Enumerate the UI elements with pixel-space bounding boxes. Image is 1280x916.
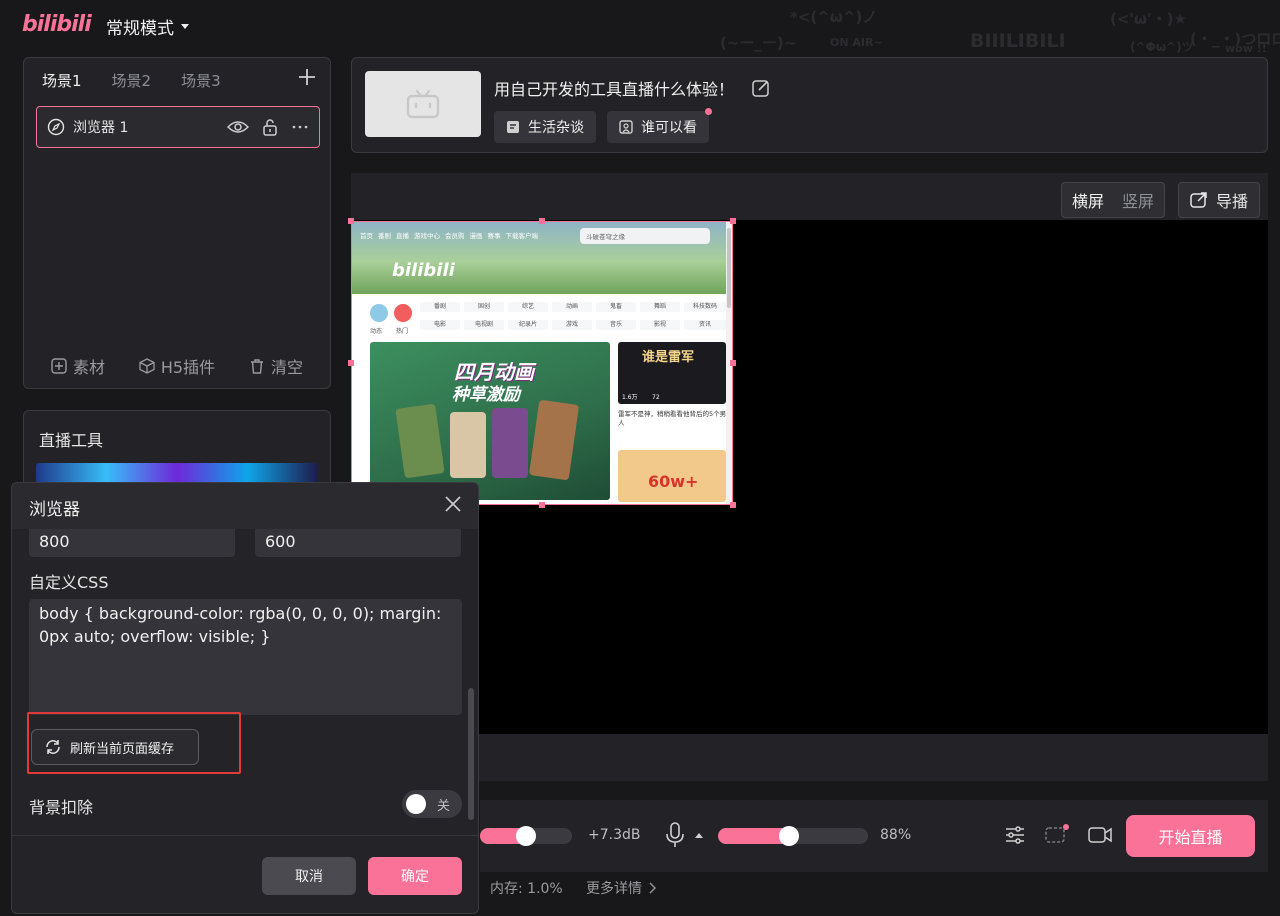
caret-down-icon	[181, 23, 189, 29]
embedded-card-1: 谁是雷军 1.6万 72	[618, 342, 726, 404]
sliders-icon[interactable]	[1004, 824, 1026, 846]
embedded-nav: 首页 番剧 直播 游戏中心 会员购 漫画 赛事 下载客户端	[360, 232, 538, 240]
scene-panel: 场景1 场景2 场景3 浏览器 1 素材 H5插件 清空	[23, 57, 331, 389]
desktop-volume-slider[interactable]	[480, 826, 572, 846]
bg-removal-label: 背景扣除	[29, 798, 94, 817]
category-icon	[507, 121, 519, 133]
external-window-icon	[1190, 192, 1207, 208]
confirm-button[interactable]: 确定	[368, 857, 462, 895]
camera-icon[interactable]	[1088, 826, 1112, 844]
category-chip[interactable]: 生活杂谈	[494, 111, 596, 143]
stream-info-panel: 用自己开发的工具直播什么体验！ 生活杂谈 谁可以看	[351, 57, 1268, 153]
caret-up-icon[interactable]	[694, 832, 704, 839]
mic-knob[interactable]	[779, 826, 799, 846]
embedded-categories: 动态 热门 番剧 国创 综艺 动画 鬼畜 舞蹈 电影 电视剧 纪录片 游戏 音乐…	[352, 296, 732, 338]
tab-scene-2[interactable]: 场景2	[112, 70, 152, 91]
cancel-button[interactable]: 取消	[262, 857, 356, 895]
microphone-icon[interactable]	[664, 822, 686, 848]
close-icon[interactable]	[444, 495, 462, 513]
volume-db: +7.3dB	[588, 827, 641, 843]
source-name: 浏览器 1	[73, 120, 129, 136]
landscape-button[interactable]: 横屏	[1072, 188, 1104, 212]
mode-label: 常规模式	[106, 19, 174, 39]
visibility-chip[interactable]: 谁可以看	[607, 108, 712, 143]
user-lock-icon	[619, 120, 633, 134]
tab-scene-3[interactable]: 场景3	[181, 70, 221, 91]
more-details-link[interactable]: 更多详情	[586, 878, 656, 898]
dialog-title: 浏览器	[29, 500, 80, 520]
embedded-card-1-desc: 雷军不是神，稍稍看看他背后的5个男人	[618, 410, 727, 427]
more-icon[interactable]	[291, 124, 309, 130]
plus-icon	[299, 69, 315, 85]
embedded-card-2: 60w+	[618, 450, 726, 502]
chevron-right-icon	[649, 882, 656, 894]
toggle-knob	[406, 794, 426, 814]
edit-icon[interactable]	[752, 79, 770, 97]
director-button[interactable]: 导播	[1178, 182, 1260, 218]
height-input[interactable]: 600	[255, 529, 461, 557]
trash-icon	[251, 359, 263, 374]
add-square-icon	[51, 358, 67, 374]
start-live-button[interactable]: 开始直播	[1126, 815, 1255, 857]
orientation-toggle: 横屏 竖屏	[1061, 182, 1166, 218]
browser-source-preview[interactable]: 首页 番剧 直播 游戏中心 会员购 漫画 赛事 下载客户端 斗破苍穹之缘 bilibili 动…	[351, 221, 733, 505]
memory-usage: 内存: 1.0%	[490, 881, 563, 897]
live-tools-title: 直播工具	[39, 431, 104, 450]
toggle-state: 关	[436, 799, 450, 814]
dialog-divider	[12, 835, 478, 836]
source-item-browser[interactable]: 浏览器 1	[36, 106, 320, 148]
bilibili-logo: bilibili	[22, 12, 92, 37]
microphone-volume-slider[interactable]	[718, 826, 868, 846]
h5-plugin-button[interactable]: H5插件	[139, 354, 215, 378]
material-button[interactable]: 素材	[51, 354, 105, 378]
dialog-header: 浏览器	[12, 483, 478, 529]
width-input[interactable]: 800	[29, 529, 235, 557]
embedded-logo: bilibili	[392, 260, 455, 281]
screen-share-icon[interactable]	[1044, 824, 1070, 846]
tab-scene-1[interactable]: 场景1	[42, 70, 82, 91]
status-bar: 内存: 1.0% 更多详情	[480, 872, 1268, 902]
stream-title: 用自己开发的工具直播什么体验！	[494, 80, 735, 99]
cube-icon	[139, 358, 155, 374]
mic-percent: 88%	[880, 827, 912, 843]
unlock-icon[interactable]	[261, 118, 279, 136]
header-decoration: *<(^ω^)ノ BIIILIBILI (<'ω'・)★ (・_・)つロロ~ O…	[720, 8, 1280, 55]
custom-css-label: 自定义CSS	[29, 573, 109, 592]
highlight-box	[27, 712, 241, 774]
eye-icon[interactable]	[227, 119, 249, 135]
mode-dropdown[interactable]: 常规模式	[106, 14, 190, 39]
dialog-scrollbar[interactable]	[468, 688, 474, 820]
compass-icon	[47, 118, 65, 136]
embedded-banner: 四月动画 种草激励	[370, 342, 610, 500]
custom-css-textarea[interactable]: body { background-color: rgba(0, 0, 0, 0…	[29, 599, 462, 715]
volume-knob[interactable]	[516, 826, 536, 846]
stream-cover[interactable]	[365, 71, 481, 137]
add-scene-button[interactable]	[298, 68, 316, 86]
embedded-header: 首页 番剧 直播 游戏中心 会员购 漫画 赛事 下载客户端 斗破苍穹之缘 bilibili	[352, 222, 732, 294]
tv-placeholder-icon	[406, 89, 440, 119]
browser-settings-dialog: 浏览器 800 600 自定义CSS body { background-col…	[11, 482, 479, 914]
portrait-button[interactable]: 竖屏	[1122, 188, 1154, 212]
embedded-search: 斗破苍穹之缘	[580, 228, 710, 244]
clear-button[interactable]: 清空	[249, 354, 303, 378]
bg-removal-toggle[interactable]: 关	[402, 790, 462, 818]
notification-dot	[705, 108, 712, 115]
